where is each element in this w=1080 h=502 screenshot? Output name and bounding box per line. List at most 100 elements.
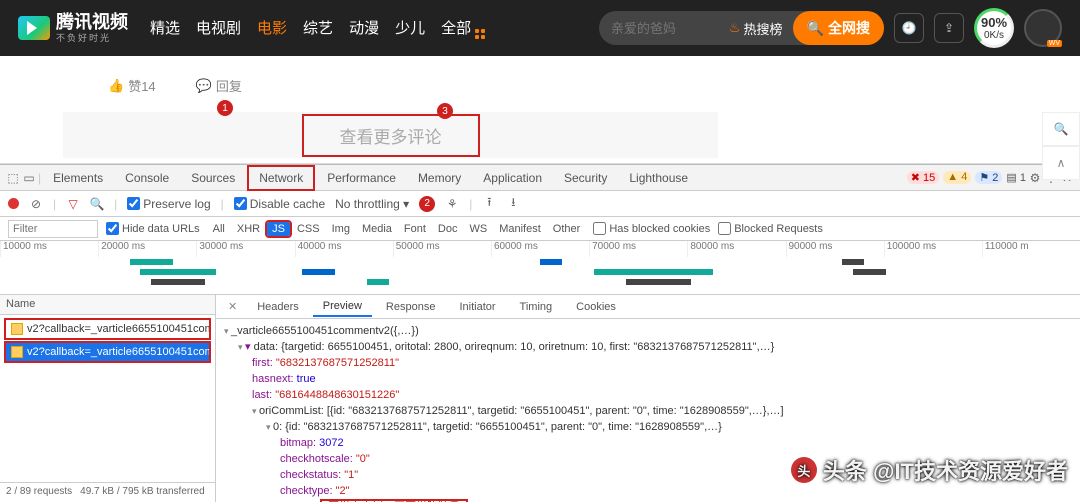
request-row[interactable]: v2?callback=_varticle6655100451commentv2… — [4, 341, 211, 363]
request-count: 2 / 89 requests — [6, 486, 72, 499]
preview-oricommlist[interactable]: oriCommList: [{id: "6832137687571252811"… — [224, 403, 1072, 419]
type-all[interactable]: All — [208, 222, 230, 236]
side-controls: 🔍 ∧ — [1042, 112, 1080, 180]
page-content: 👍 赞14 💬 回复 查看更多评论 1 3 🔍 ∧ — [0, 56, 1080, 164]
preserve-log-checkbox[interactable]: Preserve log — [127, 197, 210, 211]
nav-anime[interactable]: 动漫 — [349, 17, 379, 39]
inspect-icon[interactable]: ⬚ — [6, 171, 20, 185]
tab-application[interactable]: Application — [473, 165, 552, 191]
filter-toggle-icon[interactable]: ▽ — [66, 197, 80, 211]
tab-performance[interactable]: Performance — [317, 165, 406, 191]
nav-movie[interactable]: 电影 — [257, 17, 287, 39]
brand-logo[interactable]: 腾讯视频 不负好时光 — [18, 13, 128, 44]
type-js[interactable]: JS — [267, 222, 290, 236]
nav-variety[interactable]: 综艺 — [303, 17, 333, 39]
search-network-icon[interactable]: 🔍 — [90, 197, 104, 211]
transfer-size: 49.7 kB / 795 kB transferred — [80, 486, 205, 499]
warning-count[interactable]: ▲ 4 — [943, 171, 971, 184]
brand-name: 腾讯视频 — [56, 13, 128, 31]
detail-tab-preview[interactable]: Preview — [313, 297, 372, 317]
preview-root[interactable]: _varticle6655100451commentv2({,…}) — [224, 323, 1072, 339]
preview-item0[interactable]: 0: {id: "6832137687571252811", targetid:… — [224, 419, 1072, 435]
export-har-icon[interactable]: ⭳ — [506, 197, 520, 211]
clear-icon[interactable]: ⊘ — [29, 197, 43, 211]
type-img[interactable]: Img — [327, 222, 355, 236]
hide-data-urls-checkbox[interactable]: Hide data URLs — [106, 222, 200, 235]
search-input[interactable] — [599, 21, 719, 36]
detail-tab-timing[interactable]: Timing — [510, 298, 563, 316]
network-timeline[interactable]: 10000 ms 20000 ms 30000 ms 40000 ms 5000… — [0, 241, 1080, 295]
annotation-badge-1: 1 — [217, 100, 233, 116]
speed-gauge[interactable]: 90% 0K/s — [974, 8, 1014, 48]
annotation-badge-3: 3 — [437, 103, 453, 119]
detail-tab-cookies[interactable]: Cookies — [566, 298, 626, 316]
request-row[interactable]: v2?callback=_varticle6655100451commentv2… — [4, 318, 211, 340]
hot-rank-link[interactable]: ♨热搜榜 — [719, 19, 793, 38]
type-ws[interactable]: WS — [464, 222, 492, 236]
tab-console[interactable]: Console — [115, 165, 179, 191]
feedback-icon[interactable]: 🔍 — [1042, 112, 1080, 146]
tab-memory[interactable]: Memory — [408, 165, 471, 191]
reply-button[interactable]: 💬 回复 — [196, 76, 242, 95]
annotation-badge-2: 2 — [419, 196, 435, 212]
tab-security[interactable]: Security — [554, 165, 617, 191]
hidden-count[interactable]: ▤ 1 — [1006, 171, 1026, 184]
nav-featured[interactable]: 精选 — [150, 17, 180, 39]
type-font[interactable]: Font — [399, 222, 431, 236]
disable-cache-checkbox[interactable]: Disable cache — [234, 197, 325, 211]
history-button[interactable]: 🕘 — [894, 13, 924, 43]
devtools-tabs: ⬚ ▭ | Elements Console Sources Network P… — [0, 165, 1080, 191]
like-button[interactable]: 👍 赞14 — [108, 76, 156, 95]
tab-elements[interactable]: Elements — [43, 165, 113, 191]
upload-button[interactable]: ⇪ — [934, 13, 964, 43]
request-list: Name v2?callback=_varticle6655100451comm… — [0, 295, 216, 502]
request-list-header[interactable]: Name — [0, 295, 215, 315]
play-logo-icon — [18, 16, 50, 40]
scroll-top-button[interactable]: ∧ — [1042, 146, 1080, 180]
info-count[interactable]: ⚑ 2 — [975, 171, 1002, 184]
blocked-cookies-checkbox[interactable]: Has blocked cookies — [593, 222, 710, 235]
settings-icon[interactable]: ⚙ — [1028, 171, 1042, 185]
nav-kids[interactable]: 少儿 — [395, 17, 425, 39]
throttling-select[interactable]: No throttling ▾ — [335, 197, 409, 211]
type-manifest[interactable]: Manifest — [494, 222, 546, 236]
speed-percent: 90% — [981, 15, 1007, 30]
brand-slogan: 不负好时光 — [56, 31, 128, 44]
network-toolbar: ⊘ | ▽ 🔍 | Preserve log | Disable cache N… — [0, 191, 1080, 217]
type-css[interactable]: CSS — [292, 222, 325, 236]
load-more-bar: 查看更多评论 — [63, 112, 718, 158]
detail-tab-initiator[interactable]: Initiator — [449, 298, 505, 316]
error-count[interactable]: ✖ 15 — [907, 171, 940, 184]
tab-sources[interactable]: Sources — [181, 165, 245, 191]
search-icon: 🔍 — [807, 20, 824, 37]
device-toggle-icon[interactable]: ▭ — [22, 171, 36, 185]
type-doc[interactable]: Doc — [433, 222, 463, 236]
type-other[interactable]: Other — [548, 222, 586, 236]
network-filter-bar: Hide data URLs All XHR JS CSS Img Media … — [0, 217, 1080, 241]
type-xhr[interactable]: XHR — [232, 222, 265, 236]
nav-tv[interactable]: 电视剧 — [196, 17, 241, 39]
vip-badge: WV — [1047, 40, 1062, 47]
devtools-panel: ⬚ ▭ | Elements Console Sources Network P… — [0, 164, 1080, 502]
search-bar: ♨热搜榜 🔍全网搜 — [599, 11, 884, 45]
tab-network[interactable]: Network — [247, 165, 315, 191]
main-nav: 精选 电视剧 电影 综艺 动漫 少儿 全部 — [150, 17, 485, 39]
blocked-requests-checkbox[interactable]: Blocked Requests — [718, 222, 823, 235]
grid-icon — [475, 29, 485, 39]
import-har-icon[interactable]: ⭱ — [482, 197, 496, 211]
wifi-icon[interactable]: ⚘ — [445, 197, 459, 211]
user-avatar[interactable]: WV — [1024, 9, 1062, 47]
close-detail-icon[interactable]: ✕ — [222, 300, 243, 313]
filter-input[interactable] — [8, 220, 98, 238]
type-media[interactable]: Media — [357, 222, 397, 236]
record-button[interactable] — [8, 198, 19, 209]
tab-lighthouse[interactable]: Lighthouse — [619, 165, 698, 191]
detail-tab-response[interactable]: Response — [376, 298, 446, 316]
preview-data[interactable]: ▾ data: {targetid: 6655100451, oritotal:… — [224, 339, 1072, 355]
load-more-comments-button[interactable]: 查看更多评论 — [302, 114, 480, 157]
watermark-avatar-icon: 头 — [791, 457, 817, 483]
network-status-bar: 2 / 89 requests 49.7 kB / 795 kB transfe… — [0, 482, 215, 502]
search-button[interactable]: 🔍全网搜 — [793, 11, 884, 45]
nav-all[interactable]: 全部 — [441, 17, 485, 39]
detail-tab-headers[interactable]: Headers — [247, 298, 309, 316]
